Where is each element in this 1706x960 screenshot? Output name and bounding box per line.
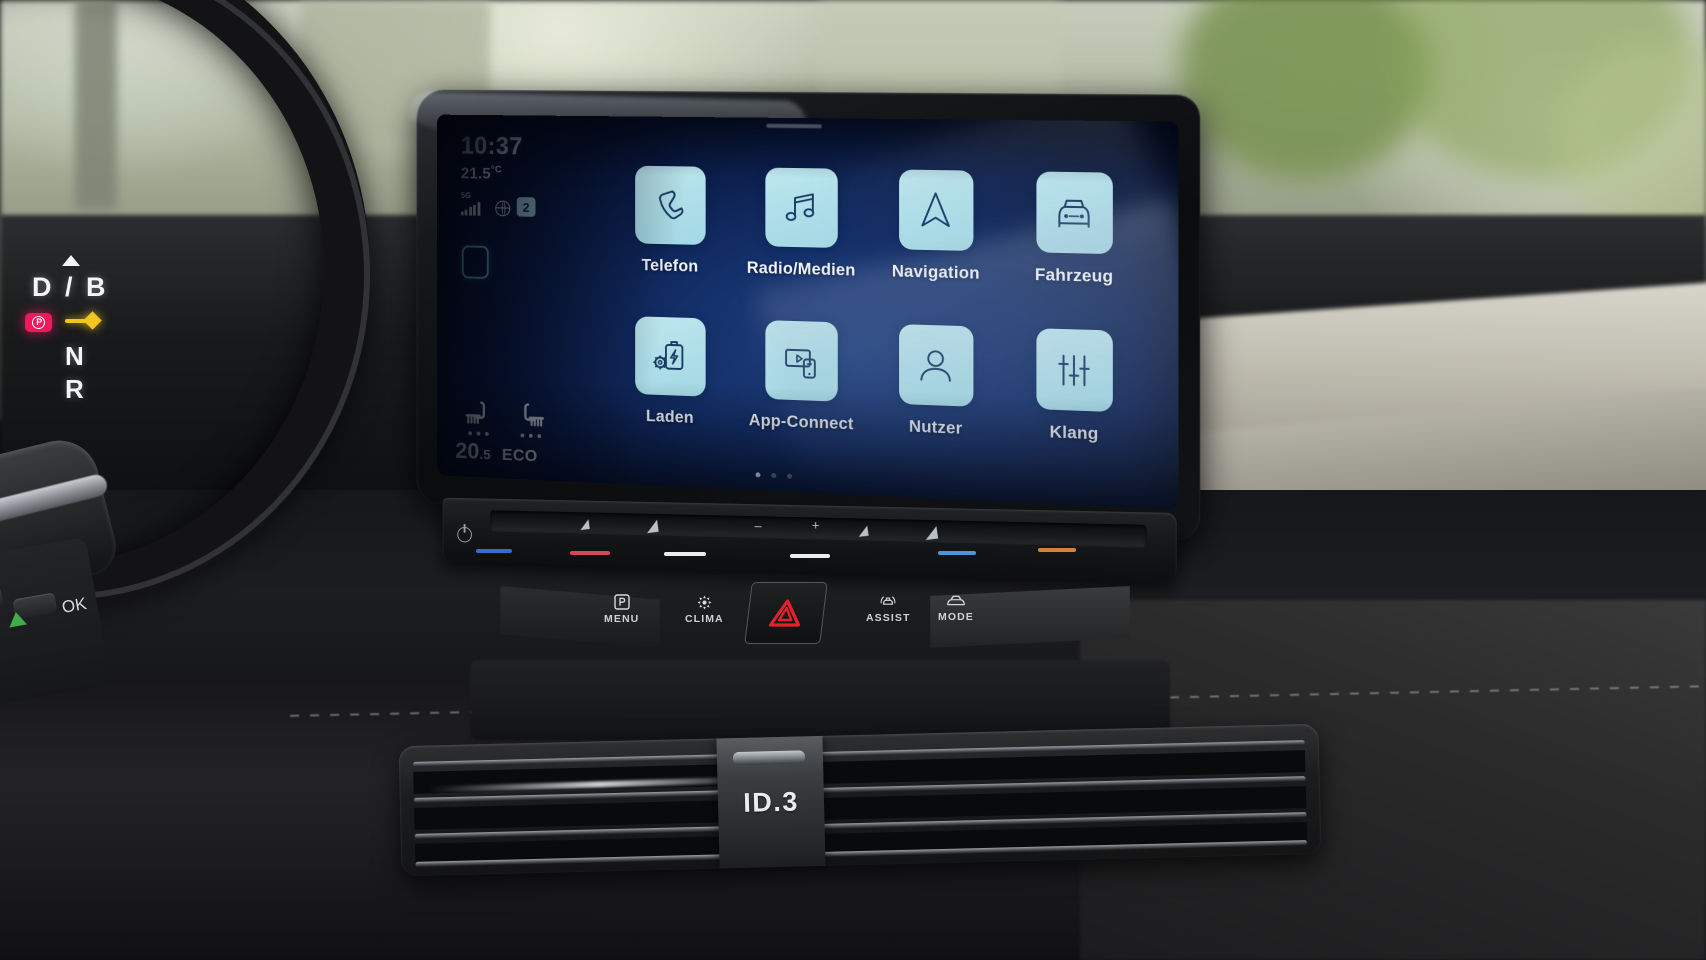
id3-badge-text: ID.3	[742, 786, 800, 818]
car-interior-scene: OK D / B N R 10:37 21.5°C 5G	[0, 0, 1706, 960]
cabin-temp-dec: .5	[479, 446, 491, 463]
park-brake-indicator	[25, 313, 52, 332]
app-tile-navigation[interactable]: Navigation	[873, 169, 999, 322]
assist-button[interactable]: ASSIST	[866, 594, 911, 624]
plus-sign: +	[811, 517, 820, 533]
navigation-arrow-icon	[898, 169, 973, 252]
warning-triangle-icon	[768, 599, 801, 627]
wheel-ok-label: OK	[60, 594, 88, 617]
fan-high-icon: ◢	[645, 517, 660, 536]
seat-right-level-dots	[515, 433, 547, 439]
parking-p-icon	[613, 594, 630, 610]
accent-driver-cool	[476, 549, 512, 553]
accent-driver-warm	[570, 551, 610, 555]
center-air-vent[interactable]: ID.3	[398, 723, 1322, 877]
app-tile-telefon[interactable]: Telefon	[610, 165, 730, 314]
accent-fan-center-left	[664, 552, 706, 556]
app-label: Radio/Medien	[746, 258, 856, 280]
eco-mode-label[interactable]: ECO	[502, 445, 538, 466]
menu-button[interactable]: MENU	[604, 594, 639, 625]
vent-adjust-knob[interactable]	[732, 750, 806, 766]
up-triangle-icon	[62, 255, 80, 266]
signal-strength-icon: 5G	[460, 192, 489, 217]
clock: 10:37	[460, 132, 523, 161]
instrument-cluster: D / B N R	[10, 255, 160, 435]
power-icon[interactable]	[457, 526, 472, 543]
cabin-temperature[interactable]: 20.5	[455, 437, 490, 465]
status-column: 10:37 21.5°C 5G 2	[460, 132, 583, 218]
drive-mode-label: D / B	[32, 272, 109, 302]
fan-low-icon-right: ◢	[856, 522, 869, 539]
app-tile-radio-medien[interactable]: Radio/Medien	[740, 167, 863, 318]
neutral-label: N	[65, 341, 84, 371]
screen-phone-icon	[764, 320, 838, 402]
infotainment-display[interactable]: 10:37 21.5°C 5G 2 20.5 ECO Telefon Radio…	[436, 114, 1179, 511]
car-silhouette-icon	[947, 595, 965, 606]
hard-button-row: MENU CLIMA ASSIST MODE	[500, 578, 1130, 658]
battery-charging-gear-icon	[634, 316, 706, 397]
app-tile-laden[interactable]: Laden	[610, 316, 730, 467]
console-panel	[470, 660, 1170, 740]
app-tile-fahrzeug[interactable]: Fahrzeug	[1009, 171, 1139, 326]
accent-passenger-warm	[1038, 548, 1076, 552]
app-label: App-Connect	[748, 411, 854, 434]
music-note-icon	[764, 167, 838, 248]
home-rounded-square-button[interactable]	[461, 245, 489, 279]
app-grid: Telefon Radio/Medien Navigation Fahrzeug…	[610, 165, 1139, 484]
page-dot-1[interactable]	[755, 472, 761, 478]
accent-fan-center-right	[790, 554, 830, 558]
user-profile-badge[interactable]: 2	[516, 197, 536, 218]
page-dot-3[interactable]	[787, 473, 793, 479]
person-icon	[898, 324, 973, 407]
vent-slats[interactable]	[412, 734, 1308, 867]
button-label: CLIMA	[685, 613, 724, 625]
page-indicator[interactable]	[755, 472, 793, 479]
gear-selection-diamond	[83, 311, 102, 330]
page-dot-2[interactable]	[771, 472, 777, 479]
button-label: MENU	[604, 613, 640, 625]
app-tile-nutzer[interactable]: Nutzer	[873, 323, 999, 478]
button-label: ASSIST	[866, 612, 911, 624]
app-label: Klang	[1049, 422, 1099, 444]
seat-heating-right-icon[interactable]	[515, 400, 547, 430]
outside-temperature: 21.5°C	[461, 164, 583, 185]
fan-icon	[697, 595, 712, 610]
reverse-label: R	[65, 374, 84, 404]
button-label: MODE	[938, 611, 974, 623]
app-tile-app-connect[interactable]: App-Connect	[740, 319, 863, 472]
mode-button[interactable]: MODE	[938, 594, 974, 623]
assist-car-waves-icon	[880, 596, 896, 605]
app-label: Navigation	[891, 262, 980, 283]
hazard-warning-button[interactable]	[744, 582, 828, 644]
app-label: Telefon	[641, 256, 699, 276]
phone-icon	[634, 165, 706, 246]
temperature-unit: °C	[490, 164, 502, 176]
fan-low-icon: ◢	[578, 515, 590, 532]
globe-icon	[495, 200, 511, 217]
accent-passenger-cool	[938, 551, 976, 555]
climate-quick-controls: 20.5 ECO	[455, 398, 586, 470]
equalizer-sliders-icon	[1035, 328, 1113, 413]
seat-left-level-dots	[463, 431, 495, 436]
network-type-label: 5G	[460, 191, 472, 201]
app-label: Nutzer	[908, 417, 963, 438]
app-label: Fahrzeug	[1034, 265, 1114, 287]
temperature-value: 21.5	[460, 165, 491, 183]
minus-sign: –	[754, 518, 762, 534]
app-label: Laden	[645, 407, 694, 427]
seat-heating-left-icon[interactable]	[463, 398, 495, 428]
clima-button[interactable]: CLIMA	[685, 595, 724, 625]
car-front-icon	[1035, 171, 1113, 255]
app-tile-klang[interactable]: Klang	[1009, 327, 1139, 484]
display-sensor-notch	[766, 123, 822, 129]
fan-high-icon-right: ◢	[923, 523, 939, 543]
cabin-temp-int: 20	[455, 437, 480, 464]
connectivity-status: 5G 2	[460, 192, 583, 218]
